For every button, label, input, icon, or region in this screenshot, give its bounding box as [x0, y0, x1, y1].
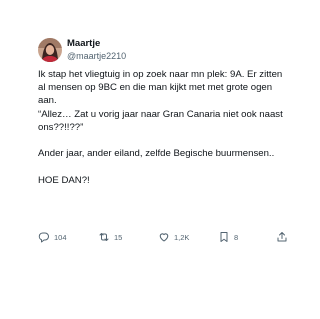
tweet-line: Ander jaar, ander eiland, zelfde Begisch…	[38, 148, 275, 160]
tweet-line: Ik stap het vliegtuig in op zoek naar mn…	[38, 69, 285, 107]
heart-icon	[159, 233, 169, 242]
avatar[interactable]	[38, 38, 62, 62]
retweet-button[interactable]: 15	[98, 229, 122, 245]
tweet-actions: 104 15 1,2K 8	[38, 229, 290, 245]
tweet-card: Maartje @maartje2210 Ik stap het vliegtu…	[0, 0, 319, 319]
share-icon	[277, 232, 287, 242]
tweet-line: HOE DAN?!	[38, 174, 90, 186]
tweet-line: “Allez… Zat u vorig jaar naar Gran Canar…	[38, 108, 286, 133]
author-display-name[interactable]: Maartje	[67, 38, 126, 50]
retweet-icon	[99, 233, 109, 241]
author-handle[interactable]: @maartje2210	[67, 50, 126, 62]
bookmark-button[interactable]: 8	[218, 229, 238, 245]
reply-button[interactable]: 104	[38, 229, 67, 245]
tweet-line-gap	[38, 160, 288, 173]
tweet-header: Maartje @maartje2210	[38, 36, 126, 64]
share-button[interactable]	[276, 229, 288, 245]
bookmark-count: 8	[234, 232, 239, 242]
reply-icon	[38, 232, 49, 243]
like-button[interactable]: 1,2K	[158, 229, 189, 245]
like-count: 1,2K	[174, 232, 190, 242]
tweet-line-gap	[38, 134, 288, 147]
bookmark-icon	[220, 232, 228, 242]
retweet-count: 15	[114, 232, 123, 242]
reply-count: 104	[54, 232, 67, 242]
tweet-text: Ik stap het vliegtuig in op zoek naar mn…	[38, 68, 288, 187]
author-names: Maartje @maartje2210	[67, 38, 126, 62]
profile-photo-icon	[38, 38, 62, 62]
